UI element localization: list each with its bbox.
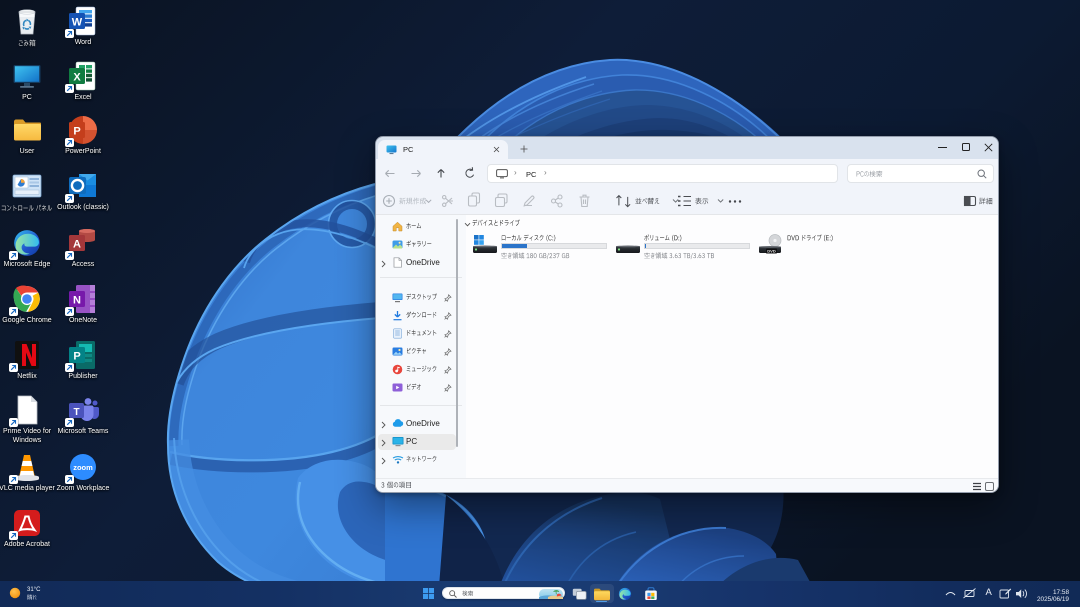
- svg-text:P: P: [73, 351, 80, 363]
- svg-text:A: A: [73, 239, 81, 251]
- svg-text:X: X: [73, 72, 81, 84]
- svg-text:T: T: [73, 407, 79, 418]
- svg-text:zoom: zoom: [73, 463, 93, 472]
- svg-text:N: N: [73, 295, 81, 307]
- svg-text:P: P: [73, 126, 80, 138]
- svg-text:DVD: DVD: [767, 249, 776, 254]
- svg-text:W: W: [72, 17, 83, 29]
